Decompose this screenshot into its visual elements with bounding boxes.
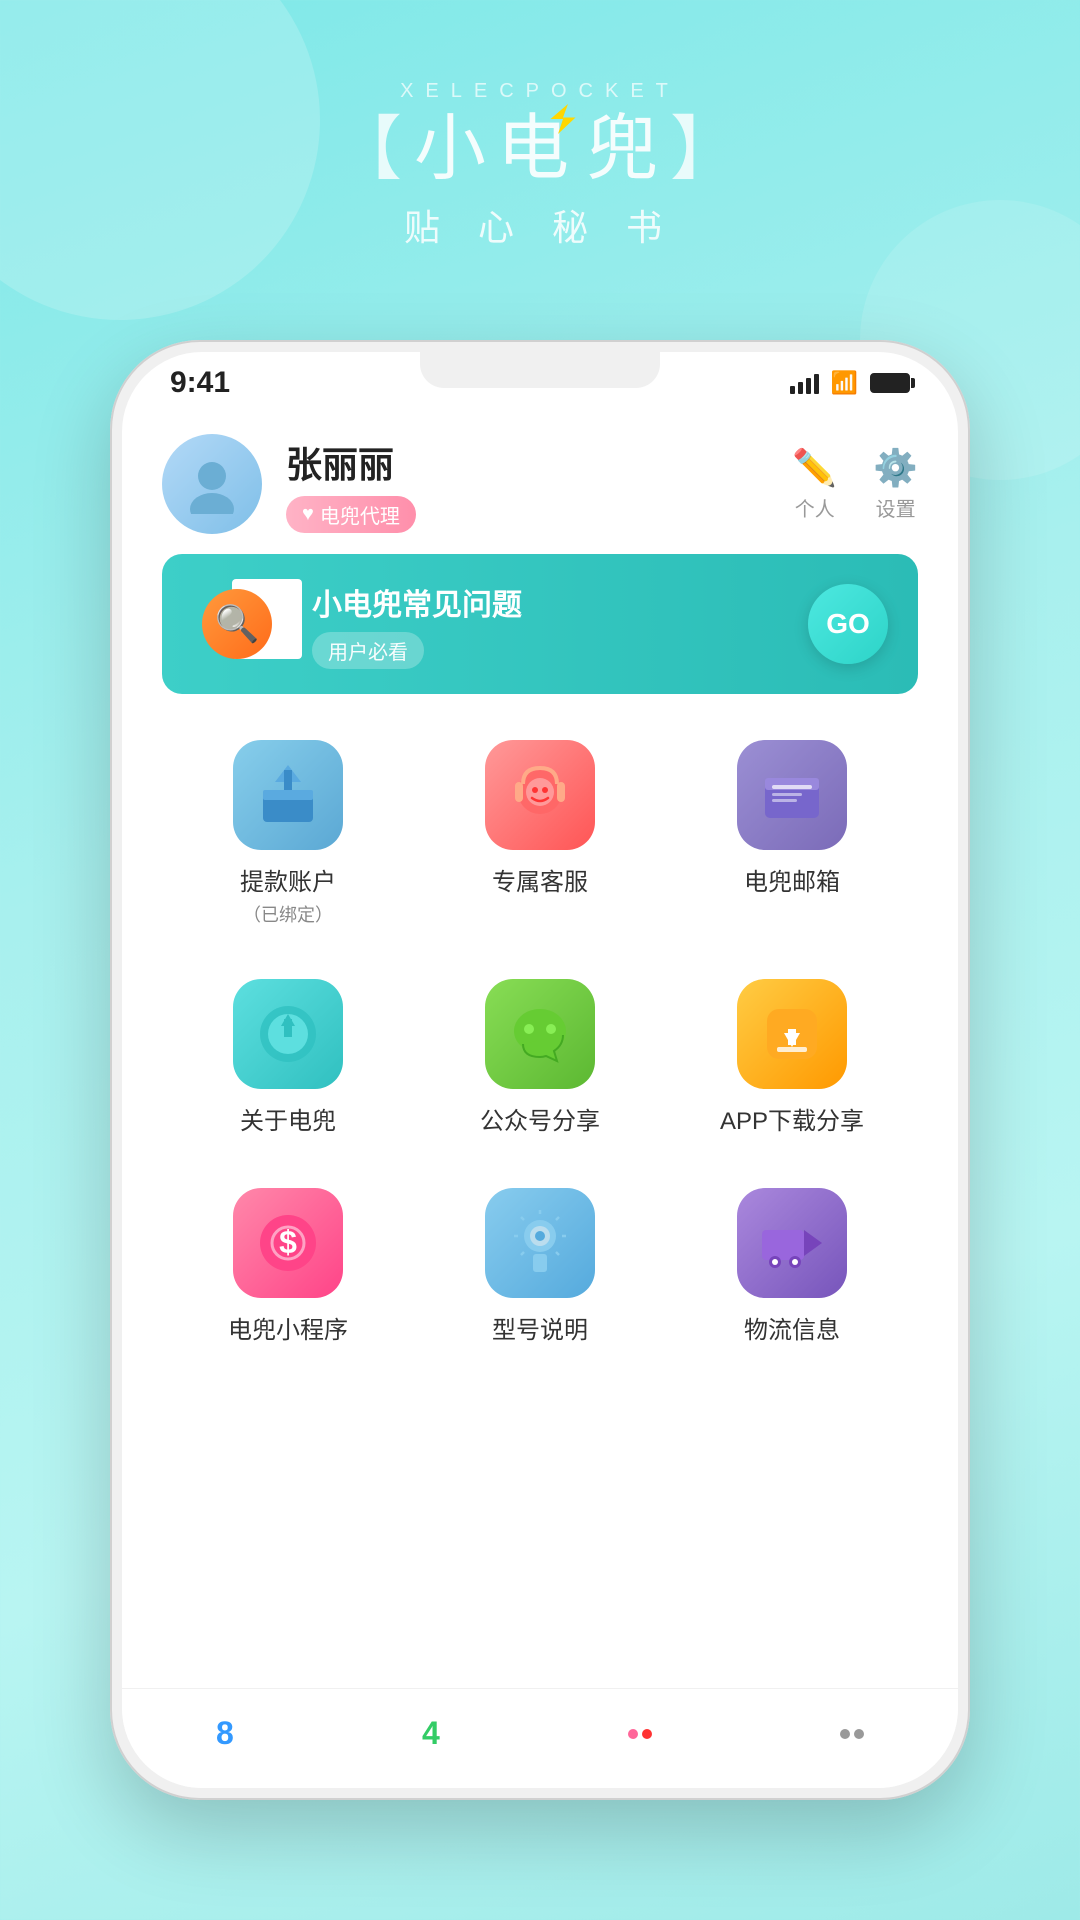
app-content: 张丽丽 ♥ 电兜代理 ✏️ 个人 ⚙️ 设置 [122, 400, 958, 1361]
logo-subtitle: XELECPOCKET [400, 80, 680, 103]
mail-icon [737, 740, 847, 850]
badge-label: 电兜代理 [320, 500, 400, 529]
banner-go-button[interactable]: GO [808, 584, 888, 664]
model-label: 型号说明 [492, 1310, 588, 1345]
tab-dots-4 [840, 1729, 864, 1739]
logo-main: 【 小 电 兜 】 [332, 109, 748, 189]
tab-dots-3 [628, 1729, 652, 1739]
profile-section: 张丽丽 ♥ 电兜代理 ✏️ 个人 ⚙️ 设置 [162, 410, 918, 554]
phone-mockup: 9:41 📶 [110, 340, 970, 1800]
menu-item-wechat[interactable]: 公众号分享 [414, 963, 666, 1152]
battery-icon [870, 373, 910, 393]
tab-bar: 8 4 [122, 1688, 958, 1788]
menu-item-withdraw[interactable]: 提款账户 （已绑定） [162, 724, 414, 943]
edit-icon: ✏️ [792, 447, 837, 489]
menu-item-app[interactable]: APP下载分享 [666, 963, 918, 1152]
settings-icon: ⚙️ [873, 447, 918, 489]
settings-label: 设置 [876, 493, 916, 522]
model-icon [485, 1188, 595, 1298]
wechat-label: 公众号分享 [480, 1101, 600, 1136]
tab-item-3[interactable] [628, 1729, 652, 1739]
banner-subtitle: 用户必看 [328, 642, 408, 664]
logistics-icon [737, 1188, 847, 1298]
mini-icon: $ [233, 1188, 343, 1298]
phone-notch [420, 352, 660, 388]
edit-profile-button[interactable]: ✏️ 个人 [792, 447, 837, 522]
status-icons: 📶 [790, 370, 910, 396]
avatar [162, 434, 262, 534]
tab-item-2[interactable]: 4 [422, 1715, 440, 1752]
menu-item-about[interactable]: 关于电兜 [162, 963, 414, 1152]
profile-badge: ♥ 电兜代理 [286, 496, 416, 533]
profile-info: 张丽丽 ♥ 电兜代理 [286, 436, 792, 533]
logistics-label: 物流信息 [744, 1310, 840, 1345]
about-label: 关于电兜 [240, 1101, 336, 1136]
status-time: 9:41 [170, 366, 230, 400]
app-icon [737, 979, 847, 1089]
profile-actions: ✏️ 个人 ⚙️ 设置 [792, 447, 918, 522]
tagline: 贴 心 秘 书 [404, 199, 676, 251]
settings-button[interactable]: ⚙️ 设置 [873, 447, 918, 522]
banner-title: 小电兜常见问题 [312, 580, 808, 624]
phone-inner: 9:41 📶 [122, 352, 958, 1788]
withdraw-icon [233, 740, 343, 850]
withdraw-label: 提款账户 [240, 862, 336, 897]
tab-badge-1: 8 [216, 1715, 234, 1752]
tab-badge-2: 4 [422, 1715, 440, 1752]
mini-label: 电兜小程序 [228, 1310, 348, 1345]
menu-item-mini[interactable]: $ 电兜小程序 [162, 1172, 414, 1361]
withdraw-sublabel: （已绑定） [243, 901, 333, 927]
signal-bars-icon [790, 372, 819, 394]
banner-magnify: 🔍 [202, 589, 272, 659]
menu-grid: 提款账户 （已绑定） [162, 724, 918, 1361]
profile-name: 张丽丽 [286, 436, 792, 488]
about-icon [233, 979, 343, 1089]
menu-item-model[interactable]: 型号说明 [414, 1172, 666, 1361]
menu-item-mail[interactable]: 电兜邮箱 [666, 724, 918, 943]
faq-banner[interactable]: 🔍 小电兜常见问题 用户必看 GO [162, 554, 918, 694]
menu-item-logistics[interactable]: 物流信息 [666, 1172, 918, 1361]
wifi-icon: 📶 [831, 370, 858, 396]
logo-area: XELECPOCKET 【 小 电 兜 】 贴 心 秘 书 [0, 80, 1080, 251]
app-label: APP下载分享 [720, 1101, 864, 1136]
wechat-icon [485, 979, 595, 1089]
tab-item-4[interactable] [840, 1729, 864, 1739]
mail-label: 电兜邮箱 [744, 862, 840, 897]
avatar-icon [182, 454, 242, 514]
menu-item-service[interactable]: 专属客服 [414, 724, 666, 943]
tab-item-1[interactable]: 8 [216, 1715, 234, 1752]
banner-text: 小电兜常见问题 用户必看 [302, 580, 808, 669]
edit-label: 个人 [795, 493, 835, 522]
banner-image: 🔍 [172, 574, 302, 674]
service-label: 专属客服 [492, 862, 588, 897]
service-icon [485, 740, 595, 850]
